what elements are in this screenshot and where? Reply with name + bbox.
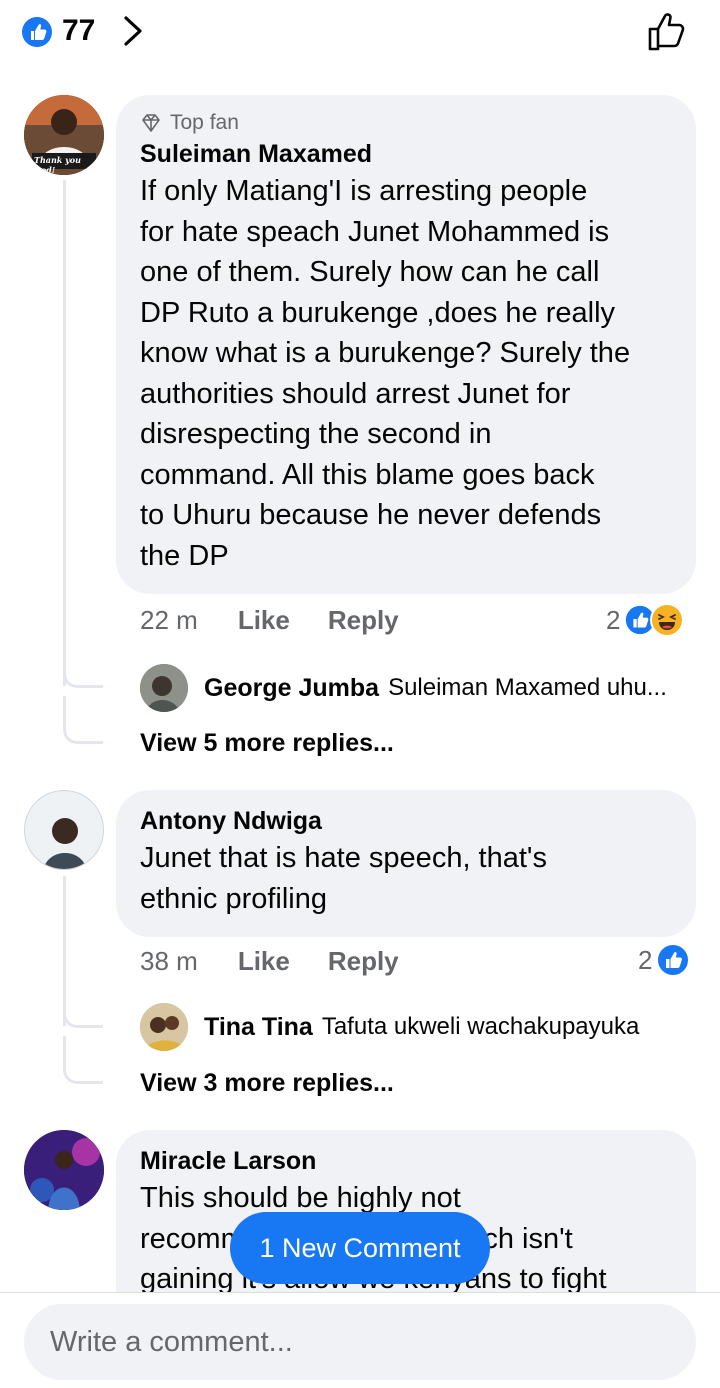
avatar-miracle[interactable]: [24, 1130, 104, 1210]
reply-preview[interactable]: Tina Tina Tafuta ukweli wachakupayuka: [140, 1003, 639, 1051]
reply-author[interactable]: George Jumba: [204, 674, 379, 703]
comment-actions: 38 m Like Reply: [140, 946, 437, 977]
avatar-george: [140, 664, 188, 712]
reply-preview[interactable]: George Jumba Suleiman Maxamed uhu...: [140, 664, 667, 712]
comment-composer: Write a comment...: [0, 1292, 720, 1388]
reply-author[interactable]: Tina Tina: [204, 1013, 313, 1042]
diamond-icon: [142, 114, 160, 132]
thread-line: [63, 180, 66, 686]
reaction-count: 77: [62, 14, 96, 47]
like-button[interactable]: Like: [238, 605, 290, 636]
comment-reactions[interactable]: 2: [606, 603, 685, 637]
reaction-count: 2: [606, 604, 621, 635]
avatar-caption: Thank you God!: [34, 155, 81, 175]
comment-bubble[interactable]: Top fan Suleiman Maxamed If only Matiang…: [116, 95, 696, 594]
like-button[interactable]: Like: [238, 946, 290, 977]
like-reaction-icon: [656, 943, 691, 977]
comment-time: 38 m: [140, 946, 198, 976]
reply-snippet: Suleiman Maxamed uhu...: [388, 674, 667, 701]
avatar-tina: [140, 1003, 188, 1051]
comment-reactions[interactable]: 2: [638, 943, 691, 977]
reaction-count: 2: [638, 944, 653, 975]
comment-text: If only Matiang'I is arresting people fo…: [140, 175, 631, 572]
comment-bubble[interactable]: Antony Ndwiga Junet that is hate speech,…: [116, 790, 696, 937]
comment-author[interactable]: Antony Ndwiga: [140, 804, 672, 838]
view-more-replies[interactable]: View 3 more replies...: [140, 1069, 394, 1098]
reactions-header[interactable]: 77: [0, 0, 720, 64]
reply-snippet: Tafuta ukweli wachakupayuka: [321, 1013, 640, 1040]
thread-connector: [63, 640, 103, 688]
view-more-replies[interactable]: View 5 more replies...: [140, 729, 394, 758]
comment-author[interactable]: Suleiman Maxamed: [140, 137, 672, 171]
avatar-antony[interactable]: [24, 790, 104, 870]
reply-button[interactable]: Reply: [328, 605, 399, 636]
comment-time: 22 m: [140, 605, 198, 635]
comment-author[interactable]: Miracle Larson: [140, 1144, 672, 1178]
thread-connector: [63, 1036, 103, 1084]
badge-label: Top fan: [170, 111, 239, 134]
like-reaction-icon: [22, 17, 52, 47]
comment-text: Junet that is hate speech, that's ethnic…: [140, 842, 547, 915]
like-outline-icon[interactable]: [644, 8, 690, 54]
new-comment-button[interactable]: 1 New Comment: [230, 1212, 490, 1284]
chevron-right-icon[interactable]: [118, 13, 148, 49]
top-fan-badge: Top fan: [140, 109, 672, 137]
reply-button[interactable]: Reply: [328, 946, 399, 977]
haha-reaction-icon: [650, 603, 685, 637]
thread-connector: [63, 980, 103, 1028]
avatar-suleiman[interactable]: Thank you God!: [24, 95, 104, 175]
comment-actions: 22 m Like Reply: [140, 605, 437, 636]
thread-connector: [63, 696, 103, 744]
comment-input[interactable]: Write a comment...: [24, 1304, 696, 1380]
